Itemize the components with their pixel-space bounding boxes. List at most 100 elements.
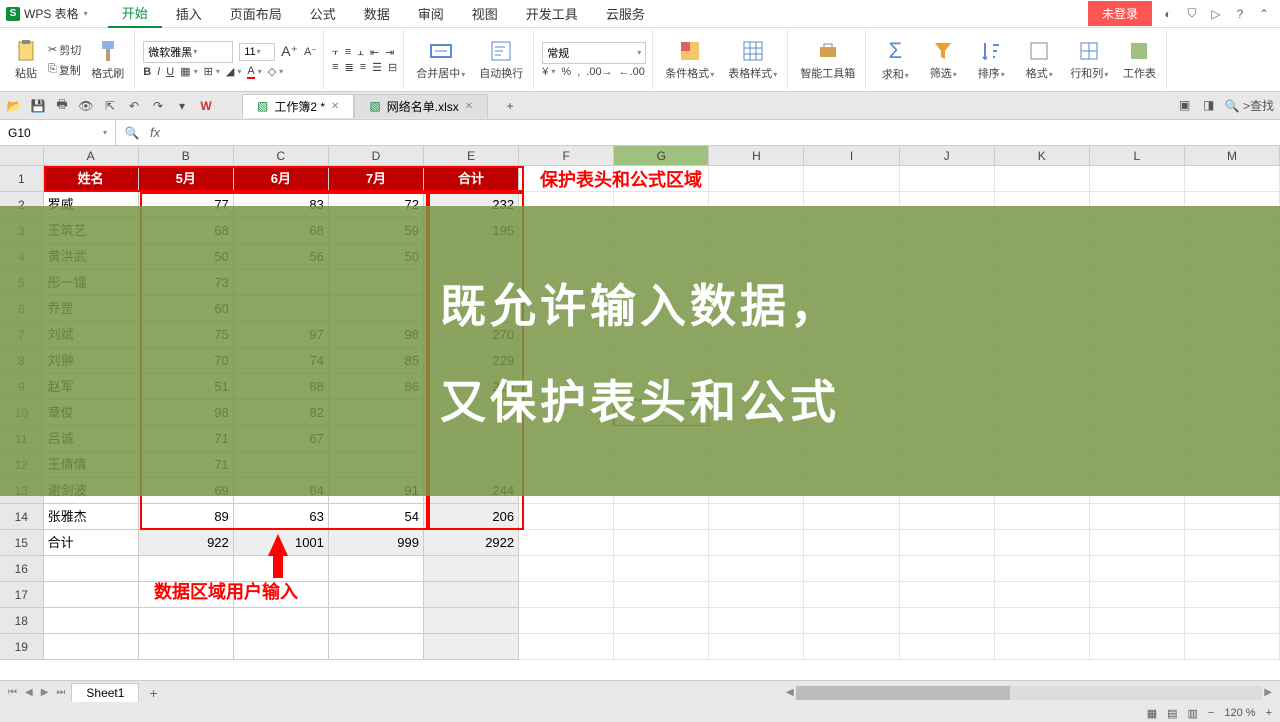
- cell[interactable]: [1185, 634, 1280, 660]
- cell[interactable]: [995, 608, 1090, 634]
- underline-button[interactable]: U: [166, 66, 174, 78]
- more-icon[interactable]: ▾: [174, 98, 190, 114]
- help-icon[interactable]: ?: [1232, 6, 1248, 22]
- cell[interactable]: [1185, 556, 1280, 582]
- sheet-nav-last-icon[interactable]: ⏭: [54, 687, 67, 698]
- cell[interactable]: [995, 634, 1090, 660]
- search-icon[interactable]: 🔍 >查找: [1225, 97, 1274, 114]
- close-icon[interactable]: ✕: [465, 101, 473, 112]
- cell[interactable]: [329, 634, 424, 660]
- cell[interactable]: 6月: [234, 166, 329, 192]
- view1-icon[interactable]: ▦: [1147, 707, 1157, 720]
- align-bottom-icon[interactable]: ⫠: [357, 46, 364, 59]
- fx-icon[interactable]: fx: [150, 125, 160, 140]
- redo-icon[interactable]: ↷: [150, 98, 166, 114]
- cell[interactable]: [804, 582, 899, 608]
- clear-format-button[interactable]: ◇▾: [268, 65, 283, 78]
- row-head[interactable]: 1: [0, 166, 44, 192]
- cell[interactable]: [519, 530, 614, 556]
- screen2-icon[interactable]: ◨: [1201, 97, 1217, 113]
- format-button[interactable]: 格式▾: [1018, 39, 1060, 81]
- cell[interactable]: [1185, 608, 1280, 634]
- file-tab-0[interactable]: ▧工作簿2 *✕: [242, 94, 354, 118]
- paste-button[interactable]: 粘贴: [10, 39, 42, 81]
- cell[interactable]: [804, 634, 899, 660]
- cell[interactable]: [139, 634, 234, 660]
- open-icon[interactable]: 📂: [6, 98, 22, 114]
- cell[interactable]: [804, 530, 899, 556]
- cell[interactable]: [900, 582, 995, 608]
- zoom-out-icon[interactable]: −: [1208, 707, 1214, 719]
- cell[interactable]: [1185, 166, 1280, 192]
- print-icon[interactable]: 🖶: [54, 98, 70, 114]
- cell[interactable]: [1090, 166, 1185, 192]
- cell[interactable]: [709, 556, 804, 582]
- italic-button[interactable]: I: [157, 66, 160, 78]
- hscroll[interactable]: ◀ ▶: [784, 686, 1274, 700]
- cell[interactable]: 54: [329, 504, 424, 530]
- view3-icon[interactable]: ▥: [1188, 707, 1198, 720]
- cell[interactable]: [1090, 530, 1185, 556]
- cell[interactable]: [804, 166, 899, 192]
- menu-tab-1[interactable]: 插入: [162, 0, 216, 28]
- cell[interactable]: [424, 634, 519, 660]
- login-button[interactable]: 未登录: [1088, 1, 1152, 26]
- row-head[interactable]: 16: [0, 556, 44, 582]
- cell[interactable]: [329, 582, 424, 608]
- cell[interactable]: [709, 166, 804, 192]
- cell[interactable]: [614, 608, 709, 634]
- undo-icon[interactable]: ↶: [126, 98, 142, 114]
- menu-tab-2[interactable]: 页面布局: [216, 0, 296, 28]
- currency-icon[interactable]: ¥▾: [542, 66, 555, 78]
- cell[interactable]: [900, 556, 995, 582]
- sheet-nav-prev-icon[interactable]: ◀: [23, 687, 35, 698]
- zoom-fx-icon[interactable]: 🔍: [124, 125, 140, 141]
- col-head[interactable]: I: [804, 146, 899, 166]
- shield-icon[interactable]: ⛉: [1184, 6, 1200, 22]
- export-icon[interactable]: ⇱: [102, 98, 118, 114]
- cell[interactable]: [995, 166, 1090, 192]
- cell[interactable]: [424, 556, 519, 582]
- font-size-select[interactable]: 11▾: [239, 43, 275, 61]
- cell[interactable]: [44, 582, 139, 608]
- cell[interactable]: [709, 634, 804, 660]
- cell[interactable]: [995, 504, 1090, 530]
- col-head[interactable]: L: [1090, 146, 1185, 166]
- menu-tab-8[interactable]: 云服务: [592, 0, 659, 28]
- fill-color-button[interactable]: ◢▾: [226, 65, 241, 78]
- save-icon[interactable]: 💾: [30, 98, 46, 114]
- row-head[interactable]: 14: [0, 504, 44, 530]
- cell[interactable]: [1185, 504, 1280, 530]
- cell[interactable]: [900, 634, 995, 660]
- view2-icon[interactable]: ▤: [1167, 707, 1177, 720]
- align-right-icon[interactable]: ≡: [360, 61, 366, 73]
- smart-toolbox-button[interactable]: 智能工具箱: [796, 39, 859, 81]
- number-format-select[interactable]: 常规▾: [542, 42, 646, 64]
- menu-tab-3[interactable]: 公式: [296, 0, 350, 28]
- cut-button[interactable]: ✂ 剪切: [48, 42, 81, 58]
- cell[interactable]: [709, 504, 804, 530]
- brand-dropdown-icon[interactable]: ▾: [84, 9, 88, 18]
- increase-font-icon[interactable]: A⁺: [281, 43, 298, 60]
- sum-button[interactable]: Σ求和▾: [874, 38, 916, 82]
- cell[interactable]: 合计: [424, 166, 519, 192]
- cell[interactable]: [1185, 530, 1280, 556]
- align-center-icon[interactable]: ≣: [345, 61, 354, 74]
- col-head[interactable]: C: [234, 146, 329, 166]
- cell[interactable]: 张雅杰: [44, 504, 139, 530]
- merge-split-icon[interactable]: ⊟: [388, 61, 397, 74]
- cell[interactable]: [44, 556, 139, 582]
- play-icon[interactable]: ▷: [1208, 6, 1224, 22]
- decrease-font-icon[interactable]: A⁻: [304, 45, 317, 58]
- cell[interactable]: [139, 608, 234, 634]
- wrap-text-button[interactable]: 自动换行: [475, 39, 527, 81]
- inc-decimal-icon[interactable]: .00→: [586, 66, 612, 78]
- col-head[interactable]: F: [519, 146, 614, 166]
- cell[interactable]: [900, 530, 995, 556]
- merge-center-button[interactable]: 合并居中▾: [412, 39, 469, 81]
- cell[interactable]: 7月: [329, 166, 424, 192]
- sheet-tab[interactable]: Sheet1: [71, 683, 139, 702]
- cell[interactable]: [234, 608, 329, 634]
- row-head[interactable]: 17: [0, 582, 44, 608]
- align-justify-icon[interactable]: ☰: [372, 61, 382, 74]
